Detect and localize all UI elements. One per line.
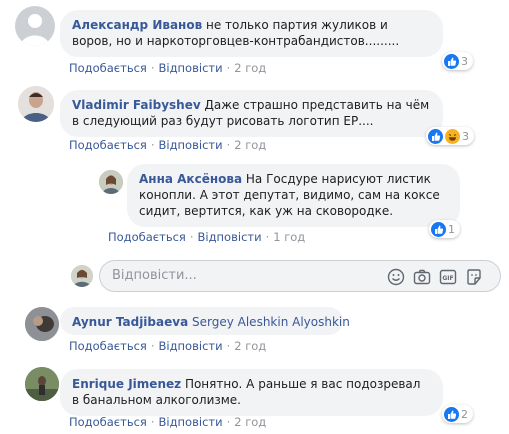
- timestamp[interactable]: 1 год: [273, 230, 305, 244]
- comment-author[interactable]: Анна Аксёнова: [139, 172, 242, 186]
- reaction-number: 2: [461, 407, 468, 421]
- reaction-number: 1: [448, 222, 455, 236]
- reply-link[interactable]: Відповісти: [159, 339, 223, 353]
- reply-link[interactable]: Відповісти: [159, 61, 223, 75]
- reply-link[interactable]: Відповісти: [159, 415, 223, 429]
- like-reaction-icon: [444, 406, 459, 422]
- timestamp[interactable]: 2 год: [234, 339, 266, 353]
- like-link[interactable]: Подобається: [69, 138, 147, 152]
- camera-icon[interactable]: [413, 268, 431, 286]
- reaction-count[interactable]: 1: [429, 220, 460, 238]
- avatar-enrique[interactable]: [25, 367, 59, 401]
- like-link[interactable]: Подобається: [69, 339, 147, 353]
- reply-link[interactable]: Відповісти: [198, 230, 262, 244]
- reaction-count[interactable]: 3: [442, 52, 473, 70]
- like-link[interactable]: Подобається: [69, 415, 147, 429]
- like-reaction-icon: [428, 128, 443, 144]
- comment-author[interactable]: Enrique Jimenez: [72, 377, 181, 391]
- reply-link[interactable]: Відповісти: [159, 138, 223, 152]
- comment-actions: Подобається · Відповісти · 2 год: [69, 61, 267, 75]
- avatar-aleksandr[interactable]: [15, 6, 55, 46]
- comment-author[interactable]: Александр Иванов: [72, 18, 202, 32]
- reply-input[interactable]: [110, 267, 374, 284]
- gif-icon[interactable]: GIF: [439, 268, 457, 286]
- reaction-count[interactable]: 2: [442, 405, 473, 423]
- comment-actions: Подобається · Відповісти · 2 год: [69, 415, 267, 429]
- reaction-number: 3: [461, 54, 468, 68]
- emoji-icon[interactable]: [387, 268, 405, 286]
- avatar-anna[interactable]: [99, 170, 123, 194]
- comment-actions: Подобається · Відповісти · 2 год: [69, 138, 267, 152]
- comment-actions: Подобається · Відповісти · 2 год: [69, 339, 267, 353]
- reaction-number: 3: [462, 129, 469, 143]
- comment-actions: Подобається · Відповісти · 1 год: [108, 230, 306, 244]
- comment-bubble: Aynur Tadjibaeva Sergey Aleshkin Alyoshk…: [60, 307, 350, 335]
- comment-author[interactable]: Aynur Tadjibaeva: [72, 315, 188, 329]
- like-reaction-icon: [431, 221, 446, 237]
- mention-link[interactable]: Sergey Aleshkin Alyoshkin: [192, 315, 350, 329]
- avatar-vladimir[interactable]: [18, 86, 54, 122]
- current-user-avatar: [71, 265, 93, 287]
- reaction-count[interactable]: 3: [426, 127, 474, 145]
- haha-reaction-icon: [445, 128, 460, 144]
- sticker-icon[interactable]: [465, 268, 483, 286]
- comment-bubble: Vladimir Faibyshev Даже страшно представ…: [60, 90, 443, 137]
- svg-text:GIF: GIF: [442, 275, 453, 282]
- reply-bubble: Анна Аксёнова На Госдуре нарисуют листик…: [127, 164, 460, 227]
- comment-author[interactable]: Vladimir Faibyshev: [72, 98, 201, 112]
- timestamp[interactable]: 2 год: [234, 61, 266, 75]
- reply-input-box[interactable]: GIF: [99, 260, 501, 292]
- like-link[interactable]: Подобається: [69, 61, 147, 75]
- timestamp[interactable]: 2 год: [234, 138, 266, 152]
- like-reaction-icon: [444, 53, 459, 69]
- timestamp[interactable]: 2 год: [234, 415, 266, 429]
- comment-bubble: Александр Иванов не только партия жулико…: [60, 10, 443, 57]
- avatar-aynur[interactable]: [25, 307, 59, 341]
- comment-bubble: Enrique Jimenez Понятно. А раньше я вас …: [60, 369, 443, 416]
- like-link[interactable]: Подобається: [108, 230, 186, 244]
